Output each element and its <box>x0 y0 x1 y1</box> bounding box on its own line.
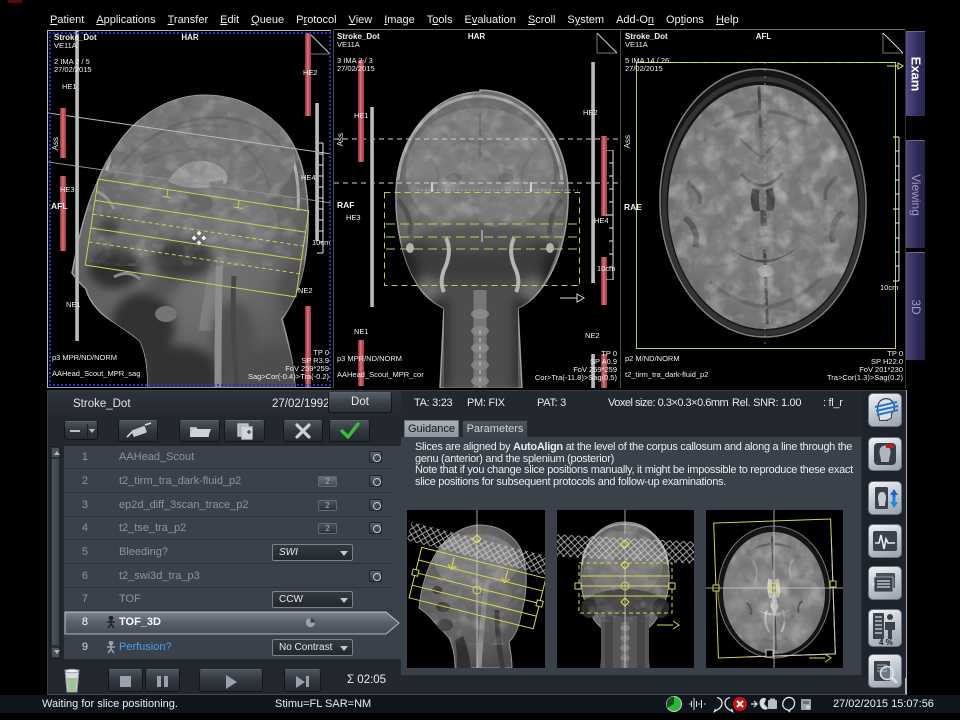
svg-text:4 %: 4 % <box>879 638 893 646</box>
